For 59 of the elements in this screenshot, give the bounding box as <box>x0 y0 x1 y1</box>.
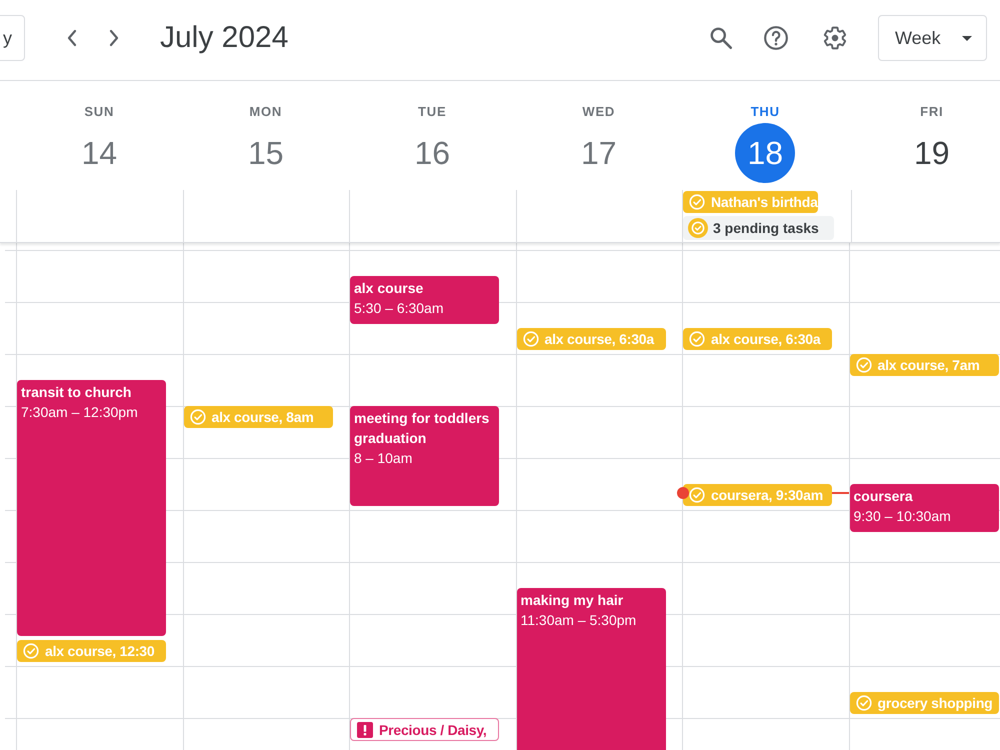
day-number[interactable]: 15 <box>236 123 296 183</box>
help-icon[interactable] <box>763 25 789 51</box>
task-title: grocery shopping <box>878 694 993 713</box>
check-circle-icon <box>856 695 872 711</box>
current-time-line <box>832 492 848 494</box>
day-name: FRI <box>919 104 944 120</box>
check-circle-icon <box>190 409 206 425</box>
check-circle-icon <box>689 194 705 210</box>
event-title: meeting for toddlers graduation <box>354 409 490 448</box>
check-circle-icon <box>23 643 39 659</box>
event-time: 7:30am – 12:30pm <box>21 403 139 422</box>
current-time-dot <box>677 486 689 499</box>
task-title: alx course, 7am <box>878 356 980 375</box>
chevron-right-icon[interactable] <box>108 29 120 47</box>
event-time: 8 – 10am <box>354 449 414 468</box>
event-title: transit to church <box>21 383 132 402</box>
event-block[interactable]: coursera 9:30 – 10:30am <box>850 484 998 532</box>
check-circle-icon <box>688 218 708 238</box>
event-block[interactable]: alx course 5:30 – 6:30am <box>350 276 499 324</box>
event-time: 11:30am – 5:30pm <box>520 611 638 630</box>
event-time: 9:30 – 10:30am <box>854 507 952 526</box>
day-name: MON <box>248 104 284 120</box>
check-circle-icon <box>856 357 872 373</box>
calendar-title: July 2024 <box>160 20 288 56</box>
day-number[interactable]: 17 <box>568 123 629 183</box>
day-name: THU <box>750 104 781 120</box>
search-icon[interactable] <box>708 25 734 51</box>
day-number[interactable]: 18 <box>735 123 796 183</box>
task-title: coursera, 9:30am <box>711 486 823 505</box>
day-number[interactable]: 14 <box>69 123 130 183</box>
day-name: SUN <box>83 104 116 120</box>
day-name: TUE <box>417 104 448 120</box>
today-button[interactable]: y <box>0 15 25 61</box>
event-title: making my hair <box>520 591 624 610</box>
event-block[interactable]: transit to church 7:30am – 12:30pm <box>17 380 166 636</box>
task-title: alx course, 6:30a <box>711 330 820 349</box>
day-name: WED <box>581 104 616 120</box>
event-block[interactable]: making my hair 11:30am – 5:30pm <box>516 588 666 750</box>
pending-tasks-label: 3 pending tasks <box>713 219 819 238</box>
task-title: alx course, 12:30 <box>45 642 154 661</box>
settings-icon[interactable] <box>822 25 848 51</box>
day-number[interactable]: 16 <box>402 123 462 183</box>
task-title: Nathan's birthda <box>711 193 818 212</box>
check-circle-icon <box>522 331 538 347</box>
pending-tasks-chip[interactable]: 3 pending tasks <box>683 216 834 240</box>
task-title: alx course, 8am <box>212 408 314 427</box>
chevron-left-icon[interactable] <box>66 29 78 47</box>
task-title: alx course, 6:30a <box>544 330 654 349</box>
event-time: 5:30 – 6:30am <box>354 299 445 318</box>
event-title: alx course <box>354 279 424 298</box>
check-circle-icon <box>689 331 705 347</box>
check-circle-icon <box>689 487 705 503</box>
event-chip[interactable]: Precious / Daisy, <box>350 718 499 741</box>
event-block[interactable]: meeting for toddlers graduation 8 – 10am <box>350 406 499 506</box>
view-dropdown[interactable]: Week <box>878 15 987 61</box>
event-title: coursera <box>854 487 914 506</box>
caret-icon <box>962 36 972 40</box>
event-title: Precious / Daisy, <box>379 720 487 740</box>
day-number[interactable]: 19 <box>902 123 962 183</box>
